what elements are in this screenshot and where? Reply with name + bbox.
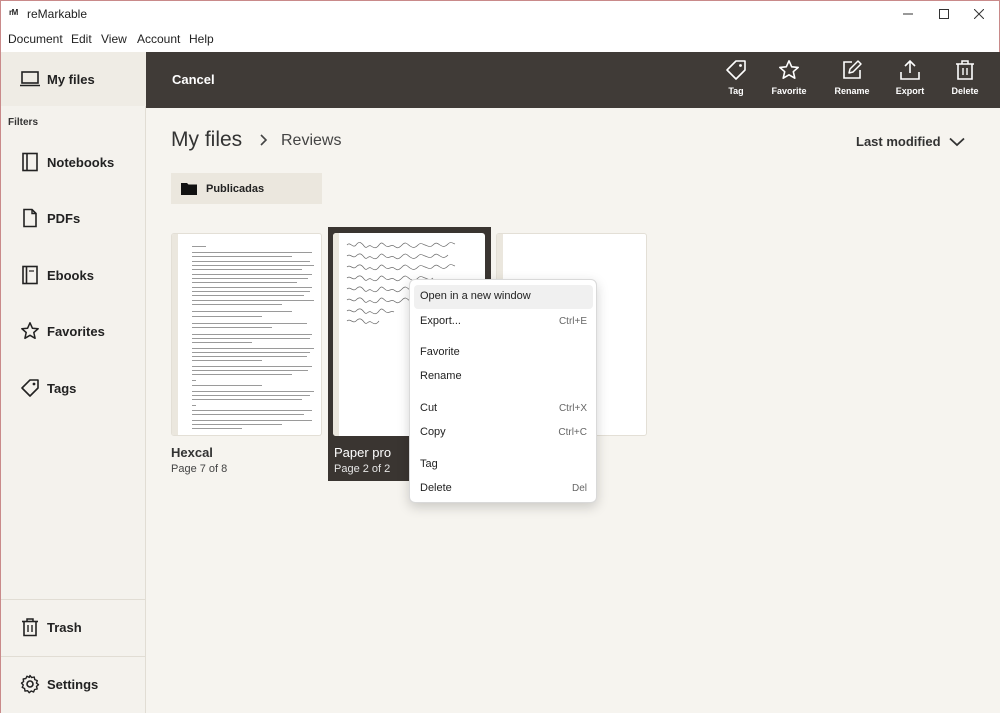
app-logo-icon: rM (9, 8, 18, 17)
rename-button[interactable]: Rename (822, 59, 882, 103)
document-page-info: Page 2 of 2 (334, 463, 391, 475)
pdf-icon (23, 208, 37, 228)
edit-icon (843, 60, 862, 79)
chevron-right-icon (260, 134, 268, 146)
sort-label: Last modified (856, 134, 941, 149)
menu-item-export[interactable]: Export... Ctrl+E (414, 310, 593, 334)
delete-button[interactable]: Delete (935, 59, 995, 103)
star-icon (21, 322, 39, 340)
tag-icon (726, 60, 746, 80)
sidebar-item-trash[interactable]: Trash (1, 600, 146, 654)
sidebar-item-label: Notebooks (47, 154, 115, 170)
menu-item-rename[interactable]: Rename (414, 365, 593, 389)
tag-button[interactable]: Tag (706, 59, 766, 103)
menu-account[interactable]: Account (137, 32, 180, 46)
trash-icon (956, 60, 974, 80)
sidebar-item-label: My files (47, 71, 95, 87)
sidebar-item-ebooks[interactable]: Ebooks (1, 248, 146, 302)
menu-item-label: Favorite (420, 346, 460, 358)
sidebar-item-label: Trash (47, 619, 82, 635)
maximize-icon (939, 8, 949, 19)
export-button-label: Export (895, 86, 925, 96)
sidebar-item-pdfs[interactable]: PDFs (1, 191, 146, 245)
sidebar-item-label: Ebooks (47, 267, 94, 283)
menu-view[interactable]: View (101, 32, 127, 46)
sidebar-item-tags[interactable]: Tags (1, 361, 146, 415)
sidebar-item-label: Favorites (47, 323, 105, 339)
selection-toolbar: Cancel Tag Favorite Rename Export Delete (146, 52, 1000, 108)
trash-icon (22, 618, 38, 637)
menu-item-shortcut: Ctrl+C (558, 427, 587, 438)
laptop-icon (20, 71, 40, 87)
context-menu: Open in a new window Export... Ctrl+E Fa… (409, 279, 597, 503)
sidebar-item-label: Tags (47, 380, 77, 396)
thumbnail-spine (172, 234, 178, 435)
breadcrumb-current: Reviews (281, 132, 342, 149)
folder-item[interactable]: Publicadas (171, 173, 322, 204)
title-bar: rM reMarkable (0, 0, 1000, 26)
menu-item-label: Cut (420, 402, 438, 414)
favorite-button-label: Favorite (771, 86, 807, 96)
gear-icon (20, 674, 40, 694)
menu-item-copy[interactable]: Copy Ctrl+C (414, 421, 593, 445)
menu-item-label: Delete (420, 482, 452, 494)
menu-item-cut[interactable]: Cut Ctrl+X (414, 397, 593, 421)
close-icon (974, 8, 984, 19)
close-button[interactable] (956, 1, 1000, 26)
menu-item-label: Export... (420, 315, 461, 327)
delete-button-label: Delete (951, 86, 979, 96)
sidebar-item-favorites[interactable]: Favorites (1, 304, 146, 358)
sidebar: My files Filters Notebooks PDFs Ebooks F… (0, 52, 146, 713)
menu-item-label: Tag (420, 458, 438, 470)
export-icon (900, 59, 920, 80)
menu-item-label: Copy (420, 426, 446, 438)
folder-name: Publicadas (206, 182, 265, 195)
document-title: Paper pro (334, 445, 392, 460)
menu-item-shortcut: Ctrl+E (558, 316, 587, 327)
sidebar-item-my-files[interactable]: My files (1, 52, 146, 106)
cancel-button[interactable]: Cancel (172, 72, 215, 87)
chevron-down-icon (948, 137, 965, 146)
menu-item-shortcut: Del (571, 483, 587, 494)
export-button[interactable]: Export (880, 59, 940, 103)
menu-item-label: Open in a new window (420, 290, 531, 302)
window-title: reMarkable (27, 7, 88, 21)
menu-edit[interactable]: Edit (71, 32, 92, 46)
breadcrumb-root[interactable]: My files (171, 128, 242, 152)
tag-button-label: Tag (728, 86, 744, 96)
menu-item-delete[interactable]: Delete Del (414, 477, 593, 501)
sidebar-item-label: PDFs (47, 210, 81, 226)
folder-icon (181, 183, 197, 195)
menu-item-favorite[interactable]: Favorite (414, 341, 593, 365)
document-page-info: Page 7 of 8 (171, 463, 228, 475)
menu-item-label: Rename (420, 370, 462, 382)
star-icon (779, 60, 799, 79)
menu-item-shortcut: Ctrl+X (558, 403, 587, 414)
sidebar-item-label: Settings (47, 676, 99, 692)
menu-help[interactable]: Help (189, 32, 214, 46)
menu-item-tag[interactable]: Tag (414, 453, 593, 477)
menu-document[interactable]: Document (8, 32, 63, 46)
favorite-button[interactable]: Favorite (759, 59, 819, 103)
document-thumbnail[interactable] (171, 233, 322, 436)
sidebar-item-settings[interactable]: Settings (1, 657, 146, 711)
sidebar-item-notebooks[interactable]: Notebooks (1, 135, 146, 189)
document-title: Hexcal (171, 445, 213, 460)
sort-dropdown[interactable]: Last modified (856, 134, 965, 149)
filters-heading: Filters (8, 117, 39, 128)
tag-icon (21, 379, 39, 397)
rename-button-label: Rename (834, 86, 870, 96)
menu-bar: Document Edit View Account Help (0, 26, 1000, 52)
ebook-icon (22, 265, 38, 285)
minimize-icon (903, 13, 913, 14)
notebook-icon (22, 152, 38, 172)
menu-item-open-new-window[interactable]: Open in a new window (414, 285, 593, 309)
